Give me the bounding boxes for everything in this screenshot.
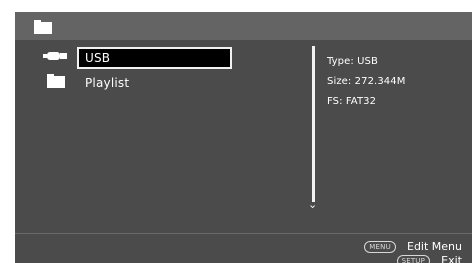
list-item-usb[interactable]: USB xyxy=(43,47,232,69)
list-item-label: Playlist xyxy=(85,76,130,90)
header-bar xyxy=(15,12,472,40)
key-legend: MENU Edit Menu SETUP Exit xyxy=(332,236,462,263)
folder-icon xyxy=(34,20,52,34)
info-size: Size: 272.344M xyxy=(327,76,406,87)
file-list: USB Playlist xyxy=(15,47,315,218)
scrollbar[interactable] xyxy=(312,46,315,202)
list-item-playlist[interactable]: Playlist xyxy=(43,74,203,94)
setup-legend-row: SETUP Exit xyxy=(396,250,462,263)
setup-key-badge: SETUP xyxy=(396,254,431,263)
setup-key-label: Exit xyxy=(441,254,462,263)
info-panel: Type: USB Size: 272.344M FS: FAT32 xyxy=(327,52,405,112)
usb-drive-icon xyxy=(43,52,67,60)
folder-icon xyxy=(47,74,65,88)
footer-divider xyxy=(15,233,472,234)
list-item-label: USB xyxy=(85,51,111,65)
media-browser-screen: USB Playlist ⌄ Type: USB Size: 272.344M … xyxy=(15,12,472,263)
info-type: Type: USB xyxy=(327,56,378,67)
menu-key-badge: MENU xyxy=(364,240,396,253)
menu-legend-row: MENU Edit Menu xyxy=(364,236,462,253)
info-fs: FS: FAT32 xyxy=(327,96,377,107)
scroll-down-arrow-icon[interactable]: ⌄ xyxy=(308,199,317,210)
